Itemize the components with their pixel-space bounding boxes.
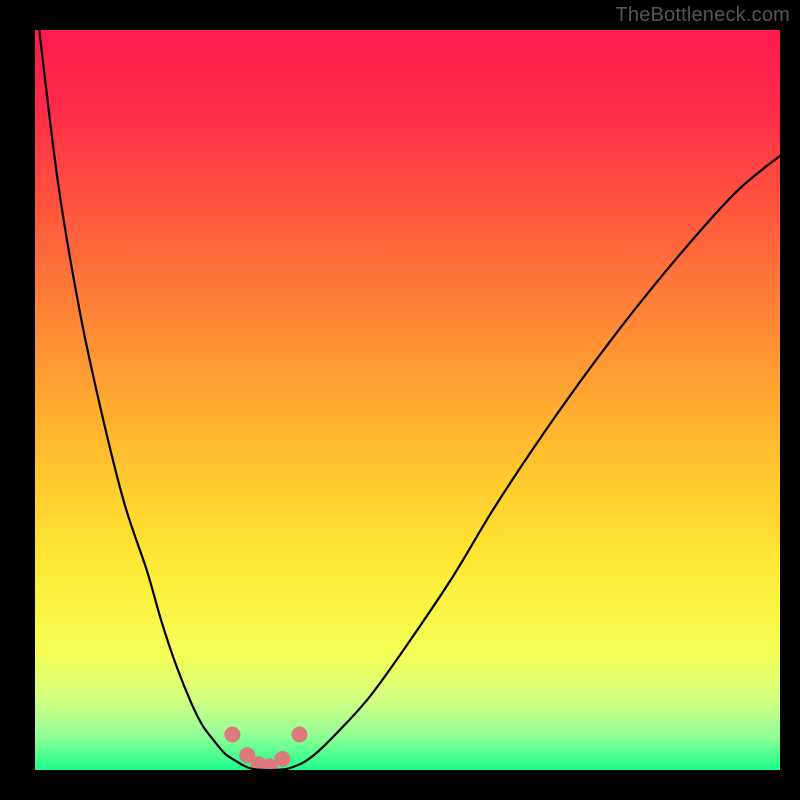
markers-group — [224, 726, 307, 770]
marker-point — [224, 726, 240, 742]
chart-container: TheBottleneck.com — [0, 0, 800, 800]
v-curve — [35, 30, 780, 770]
marker-point — [291, 726, 307, 742]
plot-area — [35, 30, 780, 770]
curve-layer — [35, 30, 780, 770]
watermark-text: TheBottleneck.com — [615, 4, 790, 27]
marker-point — [274, 751, 290, 767]
